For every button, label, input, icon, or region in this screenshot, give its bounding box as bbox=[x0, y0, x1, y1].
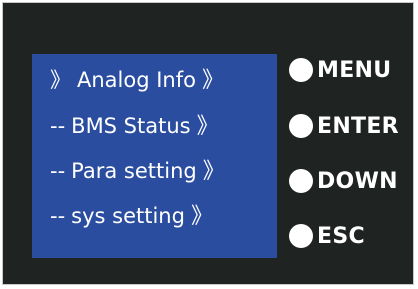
button-dot-icon bbox=[289, 114, 313, 138]
button-dot-icon bbox=[289, 224, 313, 248]
menu-item-bms-status[interactable]: -- BMS Status 》 bbox=[50, 106, 295, 146]
button-label: ENTER bbox=[317, 113, 399, 139]
device-panel: 》 Analog Info 》 -- BMS Status 》 -- Para setti… bbox=[2, 2, 414, 285]
button-label: MENU bbox=[317, 57, 392, 83]
menu-item-label: sys setting bbox=[71, 204, 185, 228]
selection-chevron-icon: 》 bbox=[50, 68, 71, 92]
menu-item-sys-setting[interactable]: -- sys setting 》 bbox=[50, 196, 295, 236]
menu-item-label: BMS Status bbox=[71, 114, 191, 138]
menu-item-para-setting[interactable]: -- Para setting 》 bbox=[50, 151, 295, 191]
button-dot-icon bbox=[289, 58, 313, 82]
button-label: ESC bbox=[317, 223, 365, 249]
down-button[interactable]: DOWN bbox=[289, 166, 398, 196]
button-dot-icon bbox=[289, 169, 313, 193]
menu-item-label: Analog Info bbox=[77, 68, 196, 92]
menu-item-analog-info[interactable]: 》 Analog Info 》 bbox=[50, 60, 295, 100]
submenu-chevron-icon: 》 bbox=[201, 68, 224, 93]
lcd-screen: 》 Analog Info 》 -- BMS Status 》 -- Para setti… bbox=[32, 54, 277, 258]
item-dash-prefix: -- bbox=[50, 204, 66, 228]
submenu-chevron-icon: 》 bbox=[196, 114, 219, 139]
submenu-chevron-icon: 》 bbox=[202, 159, 225, 184]
button-label: DOWN bbox=[317, 168, 398, 194]
item-dash-prefix: -- bbox=[50, 159, 66, 183]
menu-item-label: Para setting bbox=[71, 159, 197, 183]
enter-button[interactable]: ENTER bbox=[289, 111, 399, 141]
menu-button[interactable]: MENU bbox=[289, 55, 391, 85]
submenu-chevron-icon: 》 bbox=[190, 204, 213, 229]
item-dash-prefix: -- bbox=[50, 114, 66, 138]
esc-button[interactable]: ESC bbox=[289, 221, 365, 251]
